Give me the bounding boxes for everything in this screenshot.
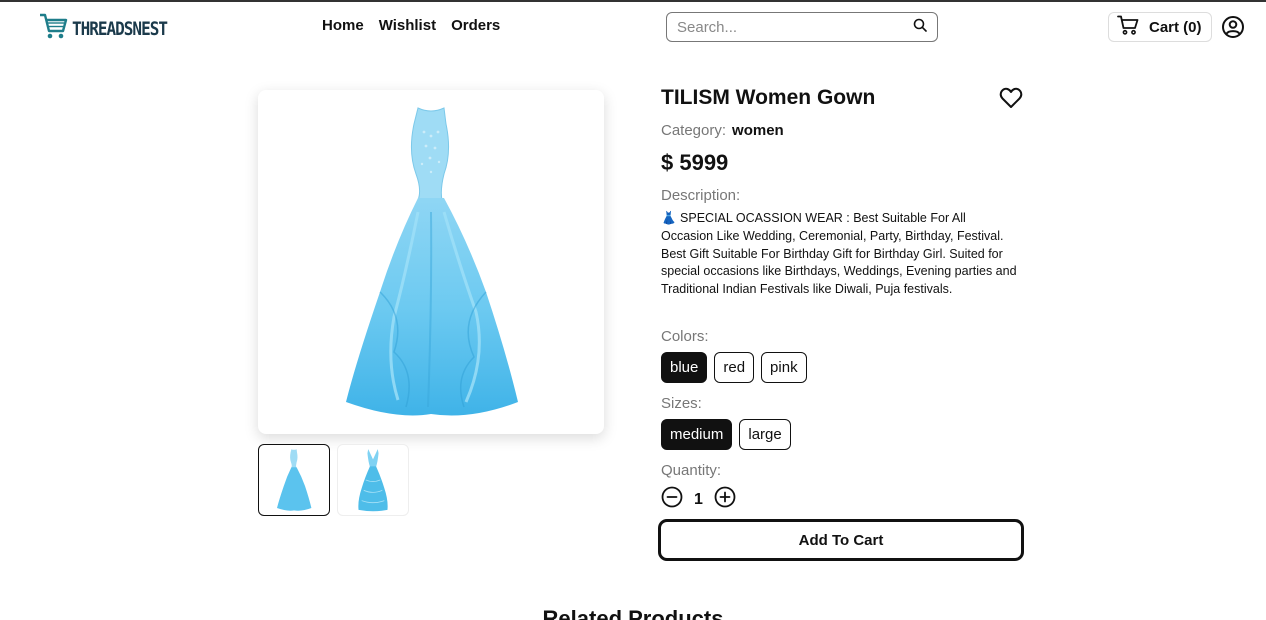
quantity-label: Quantity: bbox=[661, 462, 722, 479]
colors-label: Colors: bbox=[661, 328, 709, 345]
brand-name: THREADSNEST bbox=[72, 17, 168, 40]
color-option-red[interactable]: red bbox=[714, 352, 755, 383]
gown-image bbox=[346, 107, 518, 416]
category-value: women bbox=[732, 122, 784, 139]
cart-logo-icon bbox=[38, 12, 68, 45]
size-option-large[interactable]: large bbox=[739, 419, 791, 450]
category-label: Category: bbox=[661, 122, 727, 139]
product-main-image[interactable] bbox=[258, 90, 604, 434]
cart-icon bbox=[1117, 15, 1139, 39]
quantity-value: 1 bbox=[694, 490, 703, 508]
quantity-stepper: 1 bbox=[661, 486, 736, 513]
add-to-cart-button[interactable]: Add To Cart bbox=[658, 519, 1024, 561]
thumbnail-1[interactable] bbox=[258, 444, 330, 516]
gown-thumbnail bbox=[358, 449, 388, 512]
main-nav: Home Wishlist Orders bbox=[322, 17, 500, 34]
brand-logo[interactable]: THREADSNEST bbox=[38, 12, 168, 45]
cart-button[interactable]: Cart (0) bbox=[1108, 12, 1212, 42]
nav-home[interactable]: Home bbox=[322, 17, 364, 34]
thumbnail-2[interactable] bbox=[337, 444, 409, 516]
search-input[interactable] bbox=[677, 18, 913, 36]
product-price: $ 5999 bbox=[661, 150, 729, 175]
top-border bbox=[0, 0, 1266, 2]
product-title: TILISM Women Gown bbox=[661, 86, 876, 109]
color-option-blue[interactable]: blue bbox=[661, 352, 708, 383]
product-description: 👗 SPECIAL OCASSION WEAR : Best Suitable … bbox=[661, 211, 1017, 297]
product-category: Category: women bbox=[661, 122, 784, 139]
size-option-medium[interactable]: medium bbox=[661, 419, 733, 450]
color-options: blue red pink bbox=[661, 352, 807, 383]
nav-orders[interactable]: Orders bbox=[451, 17, 500, 34]
account-icon[interactable] bbox=[1221, 15, 1245, 44]
minus-circle-icon[interactable] bbox=[661, 486, 683, 513]
color-option-pink[interactable]: pink bbox=[761, 352, 807, 383]
gown-thumbnail bbox=[277, 449, 312, 511]
plus-circle-icon[interactable] bbox=[714, 486, 736, 513]
cart-label: Cart (0) bbox=[1149, 18, 1202, 36]
wishlist-heart-icon[interactable] bbox=[999, 87, 1023, 114]
nav-wishlist[interactable]: Wishlist bbox=[379, 17, 436, 34]
search-box bbox=[666, 12, 938, 42]
related-products-heading: Related Products bbox=[542, 606, 724, 620]
search-icon[interactable] bbox=[913, 18, 927, 37]
description-label: Description: bbox=[661, 187, 741, 204]
size-options: medium large bbox=[661, 419, 791, 450]
sizes-label: Sizes: bbox=[661, 395, 702, 412]
